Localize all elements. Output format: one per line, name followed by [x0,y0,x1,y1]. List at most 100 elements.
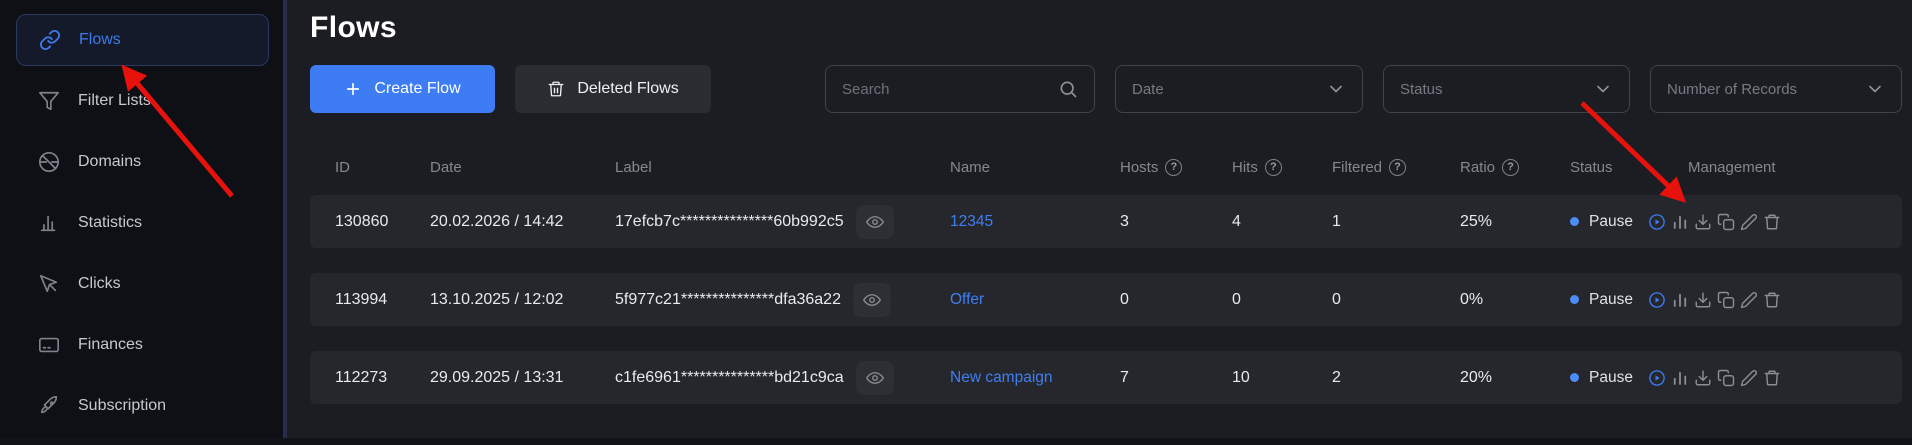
search-input[interactable] [842,81,1058,98]
page-title: Flows [310,8,1902,48]
flow-date: 20.02.2026 / 14:42 [430,213,615,231]
table-row: 113994 13.10.2025 / 12:02 5f977c21******… [310,273,1902,326]
sidebar-item-flows[interactable]: Flows [16,14,269,66]
status-label: Pause [1589,291,1633,309]
duplicate-button[interactable] [1717,367,1735,389]
flow-ratio-value: 25% [1460,213,1570,231]
column-header-hits: Hits ? [1232,159,1332,176]
sidebar-item-finances[interactable]: Finances [16,319,269,371]
delete-button[interactable] [1763,211,1781,233]
flow-name-link[interactable]: 12345 [950,213,993,230]
reveal-label-button[interactable] [853,283,891,317]
edit-icon [1740,369,1758,387]
statistics-button[interactable] [1671,211,1689,233]
play-icon [1648,291,1666,309]
flow-name-link[interactable]: New campaign [950,369,1053,386]
edit-icon [1740,291,1758,309]
sidebar-item-label: Domains [78,153,141,171]
column-header-name: Name [950,159,1120,176]
status-dot [1570,217,1579,226]
help-icon[interactable]: ? [1265,159,1282,176]
table-body: 130860 20.02.2026 / 14:42 17efcb7c******… [310,195,1902,404]
column-header-hosts: Hosts ? [1120,159,1232,176]
help-icon[interactable]: ? [1389,159,1406,176]
delete-button[interactable] [1763,367,1781,389]
download-button[interactable] [1694,367,1712,389]
chevron-down-icon [1326,79,1346,99]
download-button[interactable] [1694,211,1712,233]
play-button[interactable] [1648,289,1666,311]
edit-button[interactable] [1740,211,1758,233]
column-header-text: Hits [1232,159,1258,176]
records-filter-label: Number of Records [1667,81,1797,98]
flow-label-cell: 17efcb7c***************60b992c5 [615,205,950,239]
sidebar-item-filter-lists[interactable]: Filter Lists [16,75,269,127]
edit-button[interactable] [1740,367,1758,389]
column-header-id: ID [335,159,430,176]
management-cell [1688,211,1902,233]
column-header-ratio: Ratio ? [1460,159,1570,176]
sidebar-item-subscription[interactable]: Subscription [16,380,269,432]
statistics-button[interactable] [1671,367,1689,389]
globe-icon [38,151,60,173]
chart-icon [1671,213,1689,231]
flow-label-cell: c1fe6961***************bd21c9ca [615,361,950,395]
window-bottom-edge [0,438,1912,445]
duplicate-button[interactable] [1717,289,1735,311]
flow-filtered-value: 1 [1332,213,1460,231]
credit-card-icon [38,334,60,356]
edit-icon [1740,213,1758,231]
sidebar-item-domains[interactable]: Domains [16,136,269,188]
flow-name-cell: Offer [950,291,1120,309]
delete-button[interactable] [1763,289,1781,311]
status-dot [1570,373,1579,382]
copy-icon [1717,369,1735,387]
eye-icon [866,369,884,387]
flow-ratio-value: 0% [1460,291,1570,309]
records-filter-dropdown[interactable]: Number of Records [1650,65,1902,113]
toolbar: Create Flow Deleted Flows Date Status [310,65,1902,113]
status-filter-dropdown[interactable]: Status [1383,65,1630,113]
play-button[interactable] [1648,367,1666,389]
reveal-label-button[interactable] [856,205,894,239]
table-header: ID Date Label Name Hosts ? Hits ? Filter… [310,139,1902,195]
duplicate-button[interactable] [1717,211,1735,233]
play-button[interactable] [1648,211,1666,233]
date-filter-label: Date [1132,81,1164,98]
status-label: Pause [1589,213,1633,231]
chevron-down-icon [1865,79,1885,99]
date-filter-dropdown[interactable]: Date [1115,65,1363,113]
column-header-filtered: Filtered ? [1332,159,1460,176]
download-button[interactable] [1694,289,1712,311]
trash-icon [547,80,565,98]
reveal-label-button[interactable] [856,361,894,395]
flow-date: 13.10.2025 / 12:02 [430,291,615,309]
help-icon[interactable]: ? [1165,159,1182,176]
download-icon [1694,369,1712,387]
sidebar-item-clicks[interactable]: Clicks [16,258,269,310]
flow-label-text: 5f977c21***************dfa36a22 [615,291,841,309]
management-actions [1648,211,1781,233]
flow-name-link[interactable]: Offer [950,291,984,308]
edit-button[interactable] [1740,289,1758,311]
sidebar-item-label: Finances [78,336,143,354]
flow-hits-value: 10 [1232,369,1332,387]
sidebar-item-statistics[interactable]: Statistics [16,197,269,249]
statistics-button[interactable] [1671,289,1689,311]
flow-id: 130860 [335,213,430,231]
copy-icon [1717,213,1735,231]
table-row: 112273 29.09.2025 / 13:31 c1fe6961******… [310,351,1902,404]
filter-icon [38,90,60,112]
column-header-text: Ratio [1460,159,1495,176]
management-cell [1688,367,1902,389]
help-icon[interactable]: ? [1502,159,1519,176]
cursor-icon [38,273,60,295]
search-box[interactable] [825,65,1095,113]
create-flow-label: Create Flow [374,80,460,98]
status-filter-label: Status [1400,81,1443,98]
create-flow-button[interactable]: Create Flow [310,65,495,113]
deleted-flows-button[interactable]: Deleted Flows [515,65,711,113]
flow-ratio-value: 20% [1460,369,1570,387]
main-content: Flows Create Flow Deleted Flows Date [287,0,1912,445]
rocket-icon [38,395,60,417]
